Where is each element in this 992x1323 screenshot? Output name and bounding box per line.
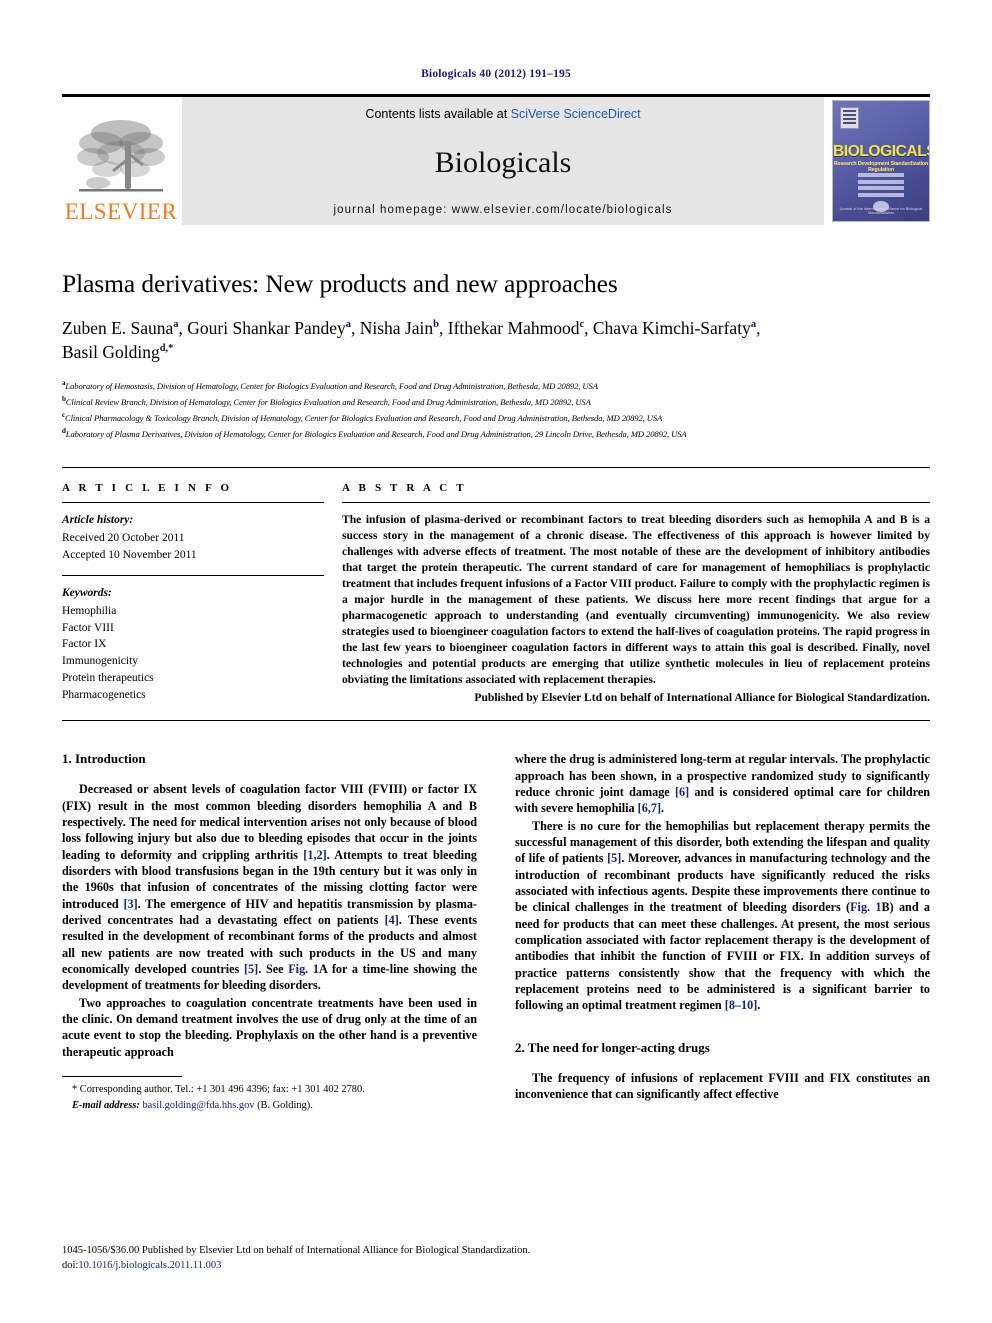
author-affiliation-mark: c [579, 319, 585, 331]
keyword-item: Protein therapeutics [62, 672, 154, 685]
email-link[interactable]: basil.golding@fda.hhs.gov [142, 1100, 254, 1111]
article-history-label: Article history: [62, 514, 134, 527]
journal-cover-thumbnail: BIOLOGICALS Research Development Standar… [832, 100, 930, 222]
sciencedirect-link[interactable]: SciVerse ScienceDirect [511, 107, 641, 121]
author-affiliation-mark: a [173, 319, 179, 331]
affiliation-item: cClinical Pharmacology & Toxicology Bran… [62, 410, 930, 426]
citation-1-2[interactable]: [1,2] [303, 848, 326, 862]
author-name: Chava Kimchi-Sarfaty [592, 318, 751, 338]
keyword-item: Factor VIII [62, 621, 114, 634]
section-1-heading: 1. Introduction [62, 751, 146, 767]
article-info-heading: A R T I C L E I N F O [62, 482, 233, 495]
keyword-item: Pharmacogenetics [62, 689, 146, 702]
paragraph-1: Decreased or absent levels of coagulatio… [62, 781, 477, 993]
figure-1b-link[interactable]: Fig. 1 [850, 900, 881, 914]
keyword-item: Hemophilia [62, 604, 117, 617]
title-block: Plasma derivatives: New products and new… [62, 269, 930, 441]
abstract-column: A B S T R A C T The infusion of plasma-d… [342, 482, 930, 704]
keyword-item: Factor IX [62, 638, 107, 651]
author-name: Basil Golding [62, 341, 160, 362]
cover-decorative-bars [858, 173, 904, 199]
running-head: Biologicals 40 (2012) 191–195 [421, 68, 571, 80]
contents-available-line: Contents lists available at SciVerse Sci… [365, 107, 640, 121]
affiliation-text: Clinical Pharmacology & Toxicology Branc… [65, 412, 663, 423]
journal-title: Biologicals [434, 145, 572, 179]
elsevier-tree-icon [77, 120, 165, 192]
abstract-heading: A B S T R A C T [342, 482, 467, 495]
author-affiliation-mark: a [345, 319, 351, 331]
body-columns: 1. Introduction Decreased or absent leve… [62, 751, 930, 1113]
author-name: Nisha Jain [359, 318, 434, 338]
author-name: Ifthekar Mahmood [447, 318, 580, 338]
affiliation-text: Clinical Review Branch, Division of Hema… [65, 396, 591, 407]
email-owner: (B. Golding). [257, 1099, 313, 1111]
doi-value[interactable]: 10.1016/j.biologicals.2011.11.003 [78, 1260, 221, 1271]
citation-8-10[interactable]: [8–10] [725, 998, 758, 1012]
contents-prefix: Contents lists available at [365, 107, 511, 121]
elsevier-logo: ELSEVIER [62, 97, 180, 225]
citation-5b[interactable]: [5] [607, 851, 621, 865]
journal-masthead: ELSEVIER Contents lists available at Sci… [62, 94, 930, 225]
paragraph-4: There is no cure for the hemophilias but… [515, 818, 930, 1014]
keywords-rule [62, 575, 324, 577]
cover-footer-text: Journal of the International Alliance fo… [839, 207, 923, 215]
corresponding-author-footnote: * Corresponding author. Tel.: +1 301 496… [62, 1076, 477, 1113]
affiliation-item: bClinical Review Branch, Division of Hem… [62, 394, 930, 410]
masthead-center: Contents lists available at SciVerse Sci… [182, 97, 824, 225]
article-accepted-date: Accepted 10 November 2011 [62, 548, 197, 561]
paragraph-3: where the drug is administered long-term… [515, 751, 930, 816]
info-abstract-band: A R T I C L E I N F O Article history: R… [62, 467, 930, 722]
p4-part-d: . [757, 998, 761, 1013]
article-info-column: A R T I C L E I N F O Article history: R… [62, 482, 342, 704]
citation-6-7[interactable]: [6,7] [638, 801, 661, 815]
author-affiliation-mark: b [433, 319, 439, 331]
abstract-rule [342, 502, 930, 504]
page-footer: 1045-1056/$36.00 Published by Elsevier L… [62, 1243, 930, 1273]
author-list: Zuben E. Saunaa, Gouri Shankar Pandeya, … [62, 318, 761, 362]
citation-3[interactable]: [3] [123, 897, 137, 911]
page-title: Plasma derivatives: New products and new… [62, 269, 618, 298]
section-2-heading: 2. The need for longer-acting drugs [515, 1039, 710, 1055]
author-name: Zuben E. Sauna [62, 318, 174, 338]
p1-part-e: . See [258, 961, 289, 976]
affiliation-item: aLaboratory of Hemostasis, Division of H… [62, 378, 930, 394]
article-received-date: Received 20 October 2011 [62, 531, 185, 544]
keyword-item: Immunogenicity [62, 655, 139, 668]
p3-part-c: . [661, 801, 665, 816]
paragraph-2: Two approaches to coagulation concentrat… [62, 995, 477, 1059]
author-affiliation-mark: a [750, 319, 757, 331]
elsevier-wordmark: ELSEVIER [64, 199, 178, 224]
abstract-published-by: Published by Elsevier Ltd on behalf of I… [474, 691, 930, 705]
citation-4[interactable]: [4] [385, 913, 399, 927]
cover-subtitle: Research Development Standardization Reg… [833, 161, 929, 173]
citation-6[interactable]: [6] [675, 785, 689, 799]
article-page: Biologicals 40 (2012) 191–195 ELSEVIER C… [0, 0, 992, 1323]
keywords-label: Keywords: [62, 587, 112, 600]
doi-label: doi: [62, 1260, 79, 1272]
affiliation-text: Laboratory of Hemostasis, Division of He… [65, 381, 598, 392]
affiliation-text: Laboratory of Plasma Derivatives, Divisi… [65, 428, 687, 439]
body-right-column: where the drug is administered long-term… [515, 751, 930, 1113]
journal-homepage-line[interactable]: journal homepage: www.elsevier.com/locat… [334, 204, 673, 216]
body-left-column: 1. Introduction Decreased or absent leve… [62, 751, 477, 1113]
email-line: E-mail address: basil.golding@fda.hhs.go… [62, 1098, 477, 1114]
figure-1a-link[interactable]: Fig. 1 [288, 962, 319, 976]
affiliation-list: aLaboratory of Hemostasis, Division of H… [62, 378, 930, 441]
email-label: E-mail address: [72, 1099, 140, 1111]
p4-part-c: B) and a need for products that can meet… [515, 900, 930, 1013]
author-affiliation-mark: d,* [159, 342, 174, 354]
cover-title: BIOLOGICALS [833, 143, 930, 160]
author-name: Gouri Shankar Pandey [187, 318, 346, 338]
paragraph-5: The frequency of infusions of replacemen… [515, 1070, 930, 1102]
citation-5[interactable]: [5] [244, 962, 258, 976]
keywords-block: Keywords: Hemophilia Factor VIII Factor IX… [62, 575, 324, 704]
affiliation-item: dLaboratory of Plasma Derivatives, Divis… [62, 426, 930, 442]
copyright-line: 1045-1056/$36.00 Published by Elsevier L… [62, 1245, 531, 1256]
doi-line: doi:10.1016/j.biologicals.2011.11.003 [62, 1258, 930, 1273]
cover-badge-icon [840, 107, 859, 129]
abstract-text: The infusion of plasma-derived or recomb… [342, 513, 930, 687]
corresponding-author-line: * Corresponding author. Tel.: +1 301 496… [72, 1084, 365, 1096]
article-info-rule-top [62, 502, 324, 504]
keywords-items: Hemophilia Factor VIII Factor IX Immunogeni… [62, 603, 324, 704]
